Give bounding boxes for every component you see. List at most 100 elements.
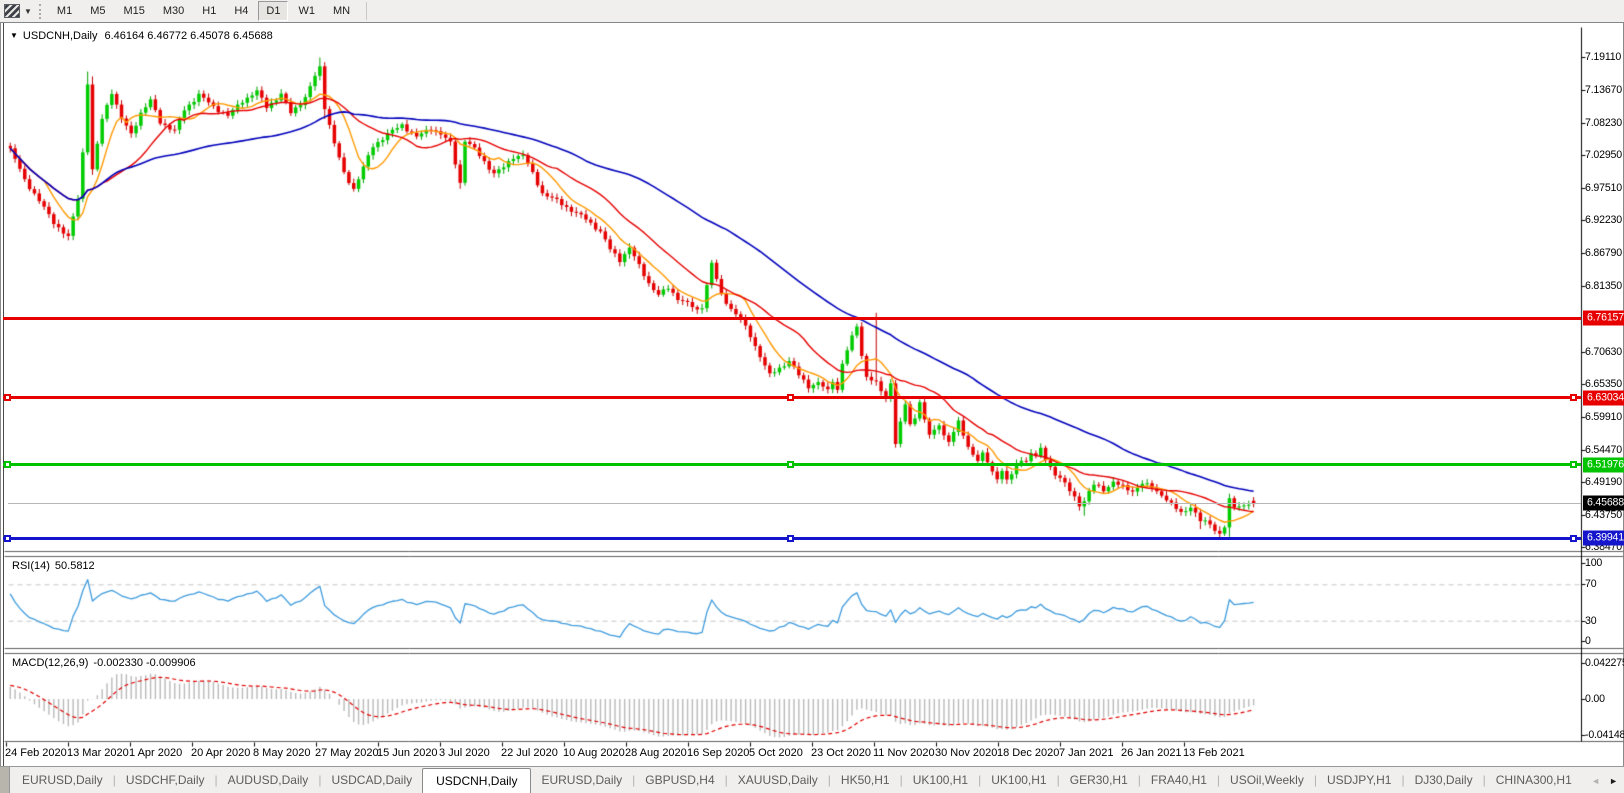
date-axis-label-27-may-2020: 27 May 2020: [315, 747, 379, 759]
tab-eurusd-daily-0[interactable]: EURUSD,Daily: [12, 767, 113, 793]
price-axis-tick: 7.19110: [1585, 51, 1622, 63]
chart-ohlc-values: 6.46164 6.46772 6.45078 6.45688: [104, 30, 273, 42]
date-axis-label-18-dec-2020: 18 Dec 2020: [997, 747, 1060, 759]
date-axis-label-30-nov-2020: 30 Nov 2020: [935, 747, 998, 759]
current-price-label: 6.45688: [1583, 495, 1624, 511]
chevron-down-icon[interactable]: ▼: [24, 0, 32, 23]
price-axis-tick: 6.49190: [1585, 475, 1622, 488]
chart-title: ▼ USDCNH,Daily 6.46164 6.46772 6.45078 6.4…: [10, 30, 273, 42]
timeframe-button-d1[interactable]: D1: [258, 1, 289, 21]
price-line-label-6.63034: 6.63034: [1583, 390, 1624, 406]
date-axis-label-3-jul-2020: 3 Jul 2020: [439, 747, 490, 759]
line-handle[interactable]: [4, 534, 11, 542]
macd-axis-tick: -0.04148: [1585, 729, 1624, 741]
price-axis-tick: 6.86790: [1585, 247, 1622, 260]
mt4-terminal: { "toolbar": { "timeframes": ["M1","M5",…: [0, 0, 1624, 793]
date-axis-label-23-oct-2020: 23 Oct 2020: [811, 747, 871, 759]
line-handle[interactable]: [787, 534, 794, 542]
line-handle[interactable]: [4, 461, 11, 469]
price-line-label-6.39941: 6.39941: [1583, 530, 1624, 546]
date-axis-label-15-jun-2020: 15 Jun 2020: [377, 747, 438, 759]
date-axis-label-16-sep-2020: 16 Sep 2020: [687, 747, 750, 759]
toolbar-grip[interactable]: [38, 3, 41, 19]
tab-eurusd-daily-5[interactable]: EURUSD,Daily: [531, 767, 632, 793]
tab-uk100-h1-9[interactable]: UK100,H1: [903, 767, 978, 793]
price-axis-tick: 6.70630: [1585, 345, 1622, 358]
date-axis-label-13-feb-2021: 13 Feb 2021: [1183, 747, 1245, 759]
line-handle[interactable]: [1570, 534, 1577, 542]
timeframe-button-h1[interactable]: H1: [194, 1, 224, 21]
tab-scroll-left-icon[interactable]: ◄: [1591, 776, 1600, 786]
date-axis-label-24-feb-2020: 24 Feb 2020: [5, 747, 67, 759]
tab-gbpusd-h4-6[interactable]: GBPUSD,H4: [635, 767, 724, 793]
timeframe-button-m30[interactable]: M30: [155, 1, 192, 21]
tab-usoil-weekly-13[interactable]: USOil,Weekly: [1220, 767, 1314, 793]
timeframe-button-w1[interactable]: W1: [290, 1, 323, 21]
price-axis-tick: 6.97510: [1585, 182, 1622, 195]
tab-hk50-h1-8[interactable]: HK50,H1: [831, 767, 900, 793]
tab-xauusd-daily-7[interactable]: XAUUSD,Daily: [728, 767, 828, 793]
price-axis-tick: 7.02950: [1585, 149, 1622, 162]
tab-usdcnh-daily-4[interactable]: USDCNH,Daily: [422, 768, 532, 793]
charts-toolbar-icon[interactable]: [4, 4, 20, 18]
rsi-indicator-label: RSI(14) 50.5812: [12, 560, 95, 572]
tab-uk100-h1-10[interactable]: UK100,H1: [981, 767, 1056, 793]
timeframe-button-mn[interactable]: MN: [325, 1, 358, 21]
price-axis-tick: 6.81350: [1585, 280, 1622, 293]
tab-usdcad-daily-3[interactable]: USDCAD,Daily: [321, 767, 422, 793]
price-axis-tick: 6.54470: [1585, 443, 1622, 456]
price-axis-tick: 7.08230: [1585, 117, 1622, 130]
line-handle[interactable]: [4, 394, 11, 402]
tab-china300-h1-16[interactable]: CHINA300,H1: [1486, 767, 1582, 793]
macd-axis-tick: 0.042275: [1585, 657, 1624, 669]
line-handle[interactable]: [787, 394, 794, 402]
tab-scroll-right-icon[interactable]: ►: [1609, 776, 1618, 786]
price-axis-tick: 6.65350: [1585, 377, 1622, 390]
line-handle[interactable]: [1570, 394, 1577, 402]
tab-fra40-h1-12[interactable]: FRA40,H1: [1141, 767, 1217, 793]
price-line-label-6.76157: 6.76157: [1583, 310, 1624, 326]
tab-scroll-controls: ◄ ►: [1581, 767, 1624, 793]
timeframe-button-m15[interactable]: M15: [115, 1, 152, 21]
line-handle[interactable]: [787, 461, 794, 469]
price-axis-tick: 6.59910: [1585, 410, 1622, 423]
macd-values: -0.002330 -0.009906: [93, 657, 196, 669]
tab-audusd-daily-2[interactable]: AUDUSD,Daily: [218, 767, 319, 793]
tab-ger30-h1-11[interactable]: GER30,H1: [1060, 767, 1138, 793]
tab-usdjpy-h1-14[interactable]: USDJPY,H1: [1317, 767, 1401, 793]
line-handle[interactable]: [1570, 461, 1577, 469]
date-axis-label-26-jan-2021: 26 Jan 2021: [1121, 747, 1182, 759]
price-axis-tick: 6.43750: [1585, 508, 1622, 521]
date-axis-label-22-jul-2020: 22 Jul 2020: [501, 747, 558, 759]
price-line-label-6.51976: 6.51976: [1583, 457, 1624, 473]
rsi-axis-tick: 100: [1585, 557, 1603, 569]
tab-bar-corner: [0, 767, 10, 793]
bid-price-line: [8, 503, 1581, 504]
macd-indicator-label: MACD(12,26,9) -0.002330 -0.009906: [12, 657, 196, 669]
horizontal-line-6.76157[interactable]: [3, 316, 1581, 320]
tab-dj30-daily-15[interactable]: DJ30,Daily: [1405, 767, 1483, 793]
date-axis-label-1-apr-2020: 1 Apr 2020: [129, 747, 183, 759]
timeframe-button-group: M1 M5 M15 M30 H1 H4 D1 W1 MN: [48, 1, 359, 21]
timeframe-button-m5[interactable]: M5: [82, 1, 113, 21]
tab-list: EURUSD,Daily | USDCHF,Daily | AUDUSD,Daily | U…: [10, 767, 1614, 793]
timeframe-button-m1[interactable]: M1: [49, 1, 80, 21]
rsi-axis-tick: 70: [1585, 578, 1597, 590]
collapse-triangle-icon[interactable]: ▼: [10, 31, 18, 40]
date-axis-label-11-nov-2020: 11 Nov 2020: [873, 747, 935, 759]
date-axis-label-20-apr-2020: 20 Apr 2020: [191, 747, 251, 759]
macd-name: MACD(12,26,9): [12, 657, 89, 669]
price-axis-tick: 7.13670: [1585, 84, 1622, 97]
timeframe-button-h4[interactable]: H4: [226, 1, 256, 21]
chart-tab-bar: EURUSD,Daily | USDCHF,Daily | AUDUSD,Daily | U…: [0, 766, 1624, 793]
toolbar-separator: [366, 2, 368, 20]
date-axis-label-13-mar-2020: 13 Mar 2020: [67, 747, 129, 759]
date-axis-label-7-jan-2021: 7 Jan 2021: [1059, 747, 1114, 759]
rsi-value: 50.5812: [54, 560, 95, 572]
date-axis-label-8-may-2020: 8 May 2020: [253, 747, 311, 759]
rsi-name: RSI(14): [12, 560, 50, 572]
price-axis-tick: 6.92230: [1585, 214, 1622, 227]
tab-usdchf-daily-1[interactable]: USDCHF,Daily: [116, 767, 215, 793]
date-axis-label-28-aug-2020: 28 Aug 2020: [625, 747, 687, 759]
chart-symbol-period: USDCNH,Daily: [22, 30, 98, 42]
